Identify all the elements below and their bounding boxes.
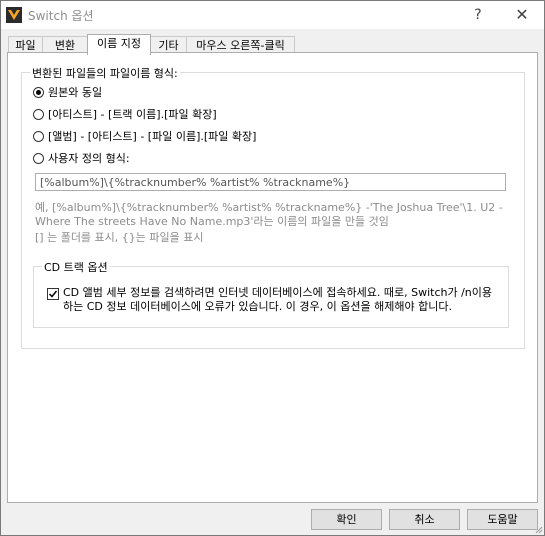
help-button[interactable]: 도움말 xyxy=(467,509,538,530)
radio-button[interactable] xyxy=(33,152,44,164)
example-text: 예, [%album%]\{%tracknumber% %artist% %tr… xyxy=(35,201,503,228)
resize-grip-icon[interactable] xyxy=(533,524,543,534)
radio-button[interactable] xyxy=(33,130,44,142)
switch-app-icon xyxy=(6,7,22,23)
checkmark-icon xyxy=(48,290,58,298)
radio-label: [아티스트] - [트랙 이름].[파일 확장] xyxy=(48,108,217,121)
radio-label: [앨범] - [아티스트] - [파일 이름].[파일 확장] xyxy=(48,130,257,143)
title-bar: Switch 옵션 ? ✕ xyxy=(1,1,544,29)
radio-album-artist-file[interactable]: [앨범] - [아티스트] - [파일 이름].[파일 확장] xyxy=(33,128,256,144)
tab-naming[interactable]: 이름 지정 xyxy=(87,34,151,55)
radio-label: 사용자 정의 형식: xyxy=(48,152,130,165)
window-title: Switch 옵션 xyxy=(28,9,94,23)
hint-text: [] 는 폴더를 표시, {}는 파일을 표시 xyxy=(35,231,204,244)
radio-label: 원본와 동일 xyxy=(48,86,103,99)
cd-lookup-checkbox-row[interactable]: CD 앨범 세부 정보를 검색하려면 인터넷 데이터베이스에 접속하세요. 때로… xyxy=(47,286,502,314)
radio-button[interactable] xyxy=(33,108,44,120)
radio-button[interactable] xyxy=(33,86,44,98)
filename-format-label: 변환된 파일들의 파일이름 형식: xyxy=(30,65,180,81)
custom-format-input[interactable] xyxy=(35,173,506,191)
help-title-button[interactable]: ? xyxy=(458,1,498,29)
radio-same-as-original[interactable]: 원본와 동일 xyxy=(33,84,102,100)
radio-custom-format[interactable]: 사용자 정의 형식: xyxy=(33,150,130,166)
close-button[interactable]: ✕ xyxy=(502,1,542,29)
radio-artist-track[interactable]: [아티스트] - [트랙 이름].[파일 확장] xyxy=(33,106,217,122)
ok-button[interactable]: 확인 xyxy=(311,509,382,530)
cd-lookup-checkbox[interactable] xyxy=(47,288,59,300)
cd-lookup-label: CD 앨범 세부 정보를 검색하려면 인터넷 데이터베이스에 접속하세요. 때로… xyxy=(63,286,492,313)
cd-track-options-label: CD 트랙 옵션 xyxy=(42,259,110,275)
cancel-button[interactable]: 취소 xyxy=(389,509,460,530)
